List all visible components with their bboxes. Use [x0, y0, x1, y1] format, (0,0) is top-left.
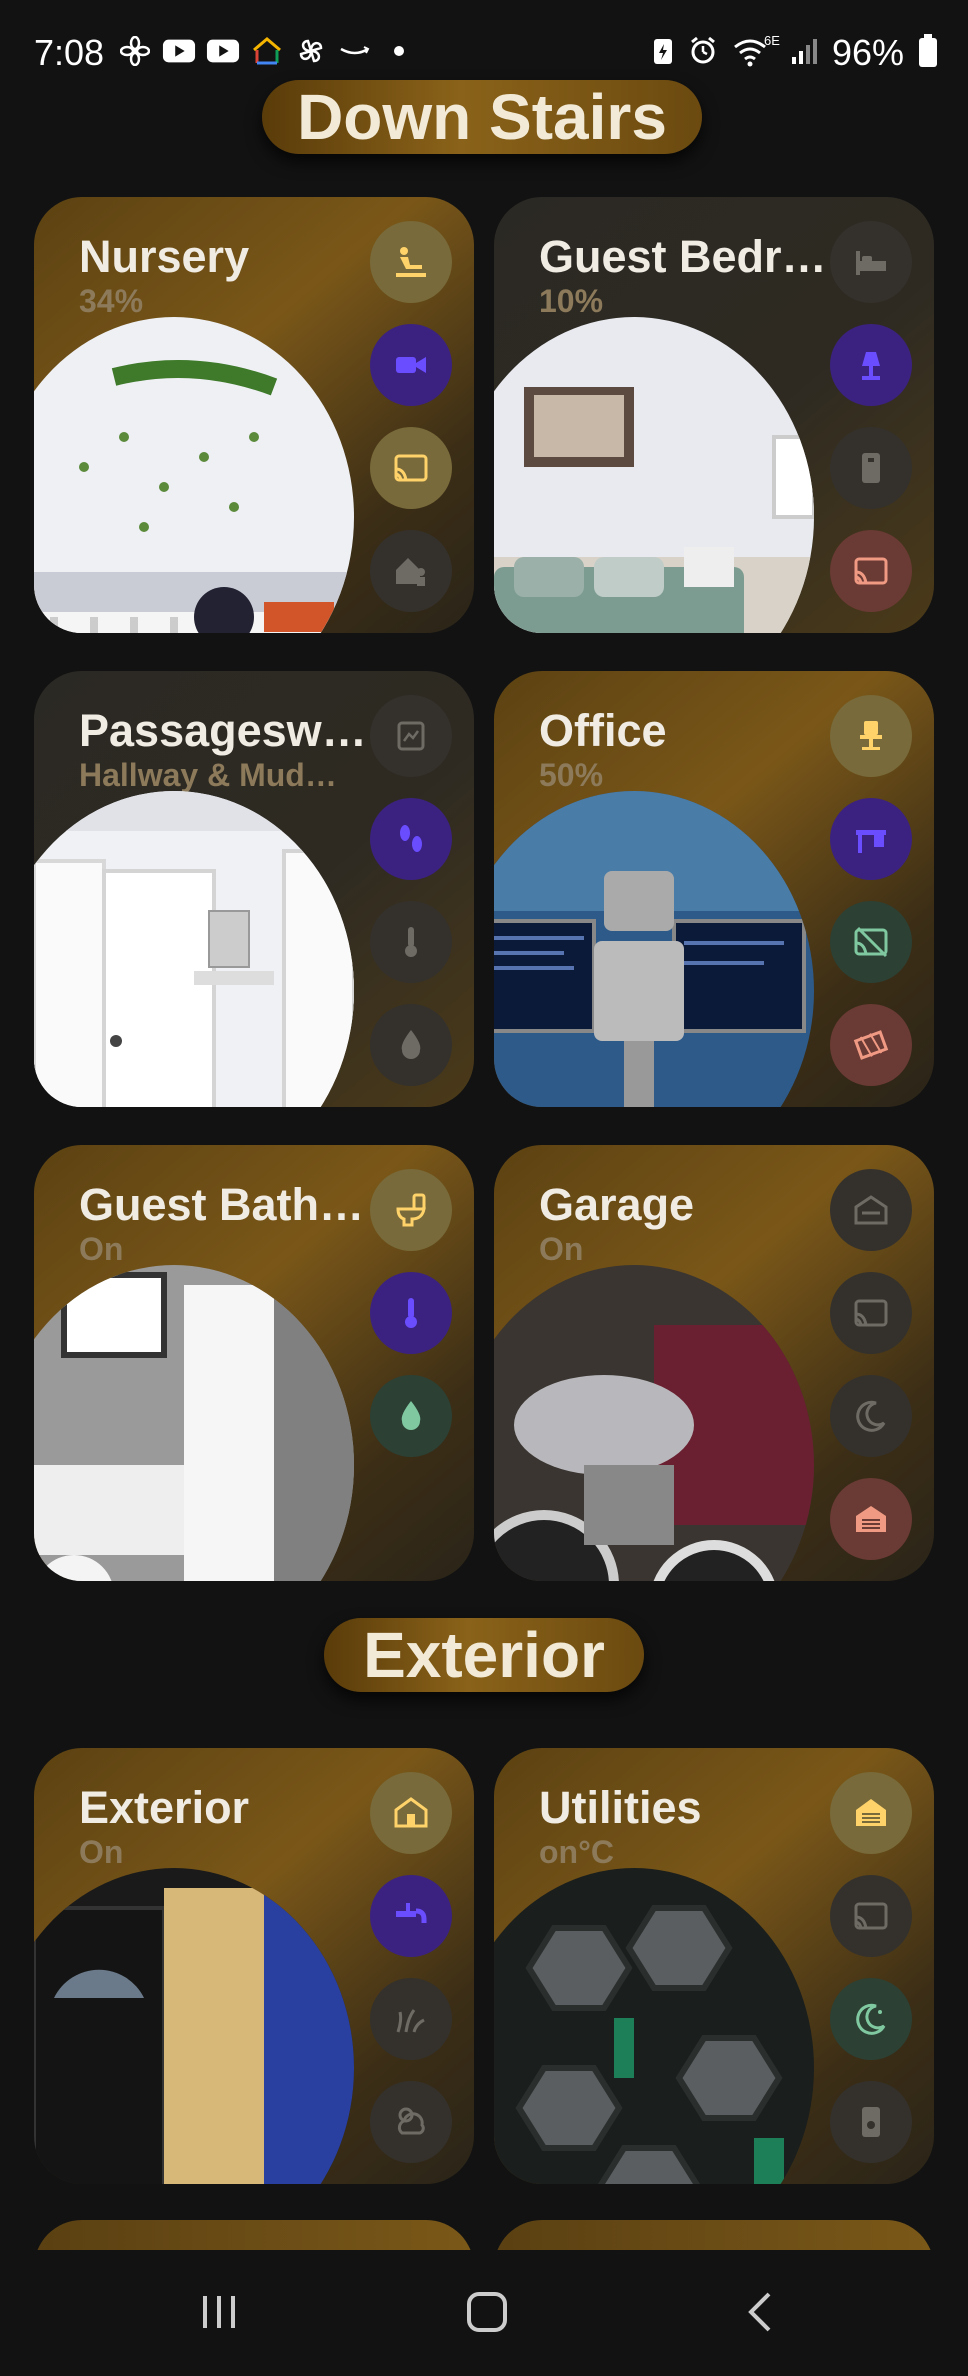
- room-name: Garage: [539, 1179, 695, 1230]
- night-mode-icon[interactable]: [830, 1978, 912, 2060]
- wifi-6e-icon: 6E: [732, 33, 780, 69]
- recents-icon[interactable]: [174, 2282, 264, 2342]
- section-title: Down Stairs: [297, 81, 667, 153]
- room-name: Guest Bath…: [79, 1179, 365, 1230]
- baby-changing-icon[interactable]: [370, 221, 452, 303]
- weather-icon[interactable]: [370, 2081, 452, 2163]
- desk-icon[interactable]: [830, 798, 912, 880]
- room-status: On: [79, 1231, 124, 1267]
- toilet-icon[interactable]: [370, 1169, 452, 1251]
- cast-icon[interactable]: [370, 427, 452, 509]
- room-status: on°C: [539, 1834, 614, 1870]
- garage-icon[interactable]: [830, 1169, 912, 1251]
- night-mode-icon[interactable]: [830, 1375, 912, 1457]
- home-person-icon[interactable]: [370, 530, 452, 612]
- thermometer-icon[interactable]: [370, 901, 452, 983]
- signal-icon: [790, 37, 818, 70]
- battery-saver-icon: [652, 36, 674, 71]
- water-drop-icon[interactable]: [370, 1375, 452, 1457]
- bed-icon[interactable]: [830, 221, 912, 303]
- cast-off-icon[interactable]: [830, 901, 912, 983]
- house-icon[interactable]: [370, 1772, 452, 1854]
- room-name: Nursery: [79, 231, 250, 282]
- lamp-icon[interactable]: [830, 324, 912, 406]
- back-icon[interactable]: [716, 2282, 806, 2342]
- room-status: Hallway & Mud…: [79, 757, 337, 793]
- clock: 7:08: [34, 32, 105, 73]
- room-photo: [34, 791, 354, 1107]
- outdoor-faucet-icon[interactable]: [370, 1875, 452, 1957]
- room-photo: [494, 1265, 814, 1581]
- room-photo: [34, 1265, 354, 1581]
- pinwheel-icon: [294, 36, 328, 66]
- notification-icons: [118, 36, 416, 66]
- google-home-icon: [250, 36, 284, 66]
- room-controls: [830, 221, 912, 612]
- grass-icon[interactable]: [370, 1978, 452, 2060]
- room-name: Exterior: [79, 1782, 250, 1833]
- youtube-icon: [162, 36, 196, 66]
- room-name: Guest Bedr…: [539, 231, 827, 282]
- room-controls: [370, 221, 452, 612]
- room-controls: [370, 1772, 452, 2163]
- room-photo: [494, 791, 814, 1107]
- dot-icon: [382, 36, 416, 66]
- room-photo: [34, 1868, 354, 2184]
- room-card-office[interactable]: Office 50%: [494, 671, 934, 1107]
- room-status: 50%: [539, 757, 604, 793]
- cast-icon[interactable]: [830, 530, 912, 612]
- room-photo: [494, 1868, 814, 2184]
- garage-door-icon[interactable]: [830, 1478, 912, 1560]
- wifi-label: 6E: [764, 33, 780, 48]
- battery-percent: 96%: [831, 32, 904, 73]
- section-header-exterior: Exterior: [324, 1618, 644, 1692]
- room-controls: [830, 1772, 912, 2163]
- room-card-guest-bedroom[interactable]: Guest Bedr… 10%: [494, 197, 934, 633]
- room-status: 10%: [539, 283, 604, 319]
- alarm-icon: [688, 36, 718, 71]
- room-controls: [370, 695, 452, 1086]
- film-strip-icon[interactable]: [830, 1004, 912, 1086]
- video-camera-icon[interactable]: [370, 324, 452, 406]
- room-status: 34%: [79, 283, 144, 319]
- room-status: On: [539, 1231, 584, 1267]
- navigation-bar: [0, 2250, 968, 2376]
- system-icons: 6E 96%: [652, 32, 938, 74]
- room-controls: [370, 1169, 452, 1457]
- hvac-icon[interactable]: [830, 1772, 912, 1854]
- youtube-icon: [206, 36, 240, 66]
- fan-icon: [118, 36, 152, 66]
- desk-chair-icon[interactable]: [830, 695, 912, 777]
- room-controls: [830, 695, 912, 1086]
- humidity-icon[interactable]: [370, 1004, 452, 1086]
- room-card-exterior[interactable]: Exterior On: [34, 1748, 474, 2184]
- room-card-nursery[interactable]: Nursery 34%: [34, 197, 474, 633]
- room-controls: [830, 1169, 912, 1560]
- door-sensor-icon[interactable]: [370, 695, 452, 777]
- room-card-garage[interactable]: Garage On: [494, 1145, 934, 1581]
- section-header-downstairs: Down Stairs: [262, 80, 702, 154]
- cast-icon[interactable]: [830, 1875, 912, 1957]
- cast-icon[interactable]: [830, 1272, 912, 1354]
- room-card-passageways[interactable]: Passagesw… Hallway & Mud…: [34, 671, 474, 1107]
- room-photo: [34, 317, 354, 633]
- water-heater-icon[interactable]: [830, 2081, 912, 2163]
- section-title: Exterior: [363, 1619, 605, 1691]
- amazon-icon: [338, 36, 372, 66]
- room-photo: [494, 317, 814, 633]
- room-name: Office: [539, 705, 667, 756]
- battery-icon: [918, 33, 938, 73]
- footsteps-icon[interactable]: [370, 798, 452, 880]
- speaker-icon[interactable]: [830, 427, 912, 509]
- room-card-guest-bath[interactable]: Guest Bath… On: [34, 1145, 474, 1581]
- home-icon[interactable]: [442, 2282, 532, 2342]
- room-name: Passagesw…: [79, 705, 367, 756]
- room-status: On: [79, 1834, 124, 1870]
- thermometer-icon[interactable]: [370, 1272, 452, 1354]
- room-name: Utilities: [539, 1782, 702, 1833]
- room-card-utilities[interactable]: Utilities on°C: [494, 1748, 934, 2184]
